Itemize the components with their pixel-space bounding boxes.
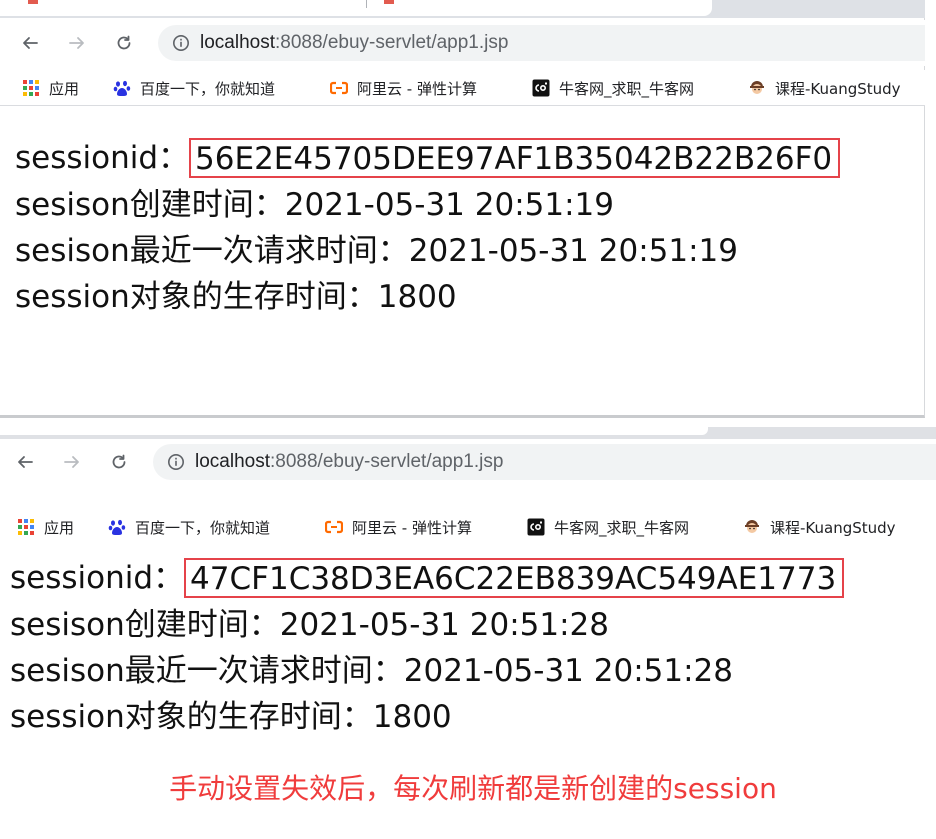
apps-grid-icon [17, 518, 35, 536]
reload-icon [112, 454, 126, 469]
bookmark-label: 百度一下，你就知道 [140, 79, 276, 98]
kuangstudy-avatar-icon [748, 79, 766, 97]
bookmark-apps[interactable]: 应用 [22, 78, 79, 98]
info-icon[interactable] [172, 34, 190, 52]
bookmark-label: 牛客网_求职_牛客网 [554, 518, 690, 537]
apps-grid-icon [22, 79, 40, 97]
bookmark-label: 课程-KuangStudy [770, 518, 896, 537]
arrow-right-icon [64, 456, 79, 468]
session-timeout-line: session对象的生存时间：1800 [15, 279, 457, 315]
address-bar[interactable]: localhost:8088/ebuy-servlet/app1.jsp [153, 444, 936, 480]
reload-button[interactable] [105, 448, 133, 476]
tab-favicon-fragment [384, 0, 394, 4]
session-id-value-highlighted: 56E2E45705DEE97AF1B35042B22B26F0 [189, 138, 841, 178]
back-button[interactable] [16, 29, 44, 57]
session-id-label: sessionid： [10, 560, 185, 596]
bookmark-aliyun[interactable]: 阿里云 - 弹性计算 [325, 517, 472, 537]
url-text: localhost:8088/ebuy-servlet/app1.jsp [200, 32, 508, 54]
bookmark-baidu[interactable]: 百度一下，你就知道 [108, 517, 270, 537]
tab-strip [0, 0, 925, 18]
reload-icon [117, 35, 131, 50]
kuangstudy-avatar-icon [743, 518, 761, 536]
active-tab-fragment[interactable] [0, 427, 708, 435]
aliyun-logo-icon [330, 79, 348, 97]
bookmark-apps[interactable]: 应用 [17, 517, 74, 537]
bookmark-label: 应用 [44, 518, 75, 537]
active-tab-fragment[interactable] [0, 0, 712, 16]
browser-toolbar: localhost:8088/ebuy-servlet/app1.jsp [0, 439, 936, 485]
session-created-line: sesison创建时间：2021-05-31 20:51:28 [10, 607, 609, 643]
bookmark-label: 课程-KuangStudy [775, 79, 901, 98]
browser-toolbar: localhost:8088/ebuy-servlet/app1.jsp [0, 20, 925, 66]
info-icon[interactable] [167, 453, 185, 471]
bookmark-aliyun[interactable]: 阿里云 - 弹性计算 [330, 78, 477, 98]
bookmark-nowcoder[interactable]: 牛客网_求职_牛客网 [532, 78, 694, 98]
bookmark-nowcoder[interactable]: 牛客网_求职_牛客网 [527, 517, 689, 537]
session-id-value-highlighted: 47CF1C38D3EA6C22EB839AC549AE1773 [184, 558, 845, 598]
session-id-label: sessionid： [15, 140, 190, 176]
bookmark-label: 牛客网_求职_牛客网 [559, 79, 695, 98]
arrow-left-icon [18, 456, 33, 468]
url-host: localhost [195, 451, 270, 472]
screenshot-page: localhost:8088/ebuy-servlet/app1.jsp 应用 [0, 0, 936, 839]
annotation-caption: 手动设置失效后，每次刷新都是新创建的session [169, 772, 777, 805]
tab-separator [366, 0, 367, 8]
session-id-line: sessionid： 47CF1C38D3EA6C22EB839AC549AE17… [10, 556, 845, 600]
nowcoder-logo-icon [527, 518, 545, 536]
arrow-left-icon [23, 37, 38, 49]
aliyun-logo-icon [325, 518, 343, 536]
url-path: :8088/ebuy-servlet/app1.jsp [270, 451, 504, 472]
url-host: localhost [200, 32, 275, 53]
bookmarks-bar: 应用 百度一下，你就知道 阿里云 - 弹性计算 牛客网_求职_牛客网 课程-Ku… [0, 509, 936, 545]
nowcoder-logo-icon [532, 79, 550, 97]
bookmark-label: 百度一下，你就知道 [135, 518, 271, 537]
browser-window-top: localhost:8088/ebuy-servlet/app1.jsp 应用 [0, 0, 925, 418]
baidu-paw-icon [113, 79, 131, 97]
url-text: localhost:8088/ebuy-servlet/app1.jsp [195, 451, 503, 473]
url-path: :8088/ebuy-servlet/app1.jsp [275, 32, 509, 53]
session-created-line: sesison创建时间：2021-05-31 20:51:19 [15, 187, 614, 223]
address-bar[interactable]: localhost:8088/ebuy-servlet/app1.jsp [158, 25, 925, 61]
bookmark-kuangstudy[interactable]: 课程-KuangStudy [748, 78, 901, 98]
session-last-access-line: sesison最近一次请求时间：2021-05-31 20:51:19 [15, 233, 738, 269]
forward-button[interactable] [58, 448, 86, 476]
tab-favicon-fragment [28, 0, 38, 4]
session-id-line: sessionid： 56E2E45705DEE97AF1B35042B22B26… [15, 136, 841, 180]
baidu-paw-icon [108, 518, 126, 536]
bookmark-label: 应用 [49, 79, 80, 98]
session-last-access-line: sesison最近一次请求时间：2021-05-31 20:51:28 [10, 653, 733, 689]
bookmark-baidu[interactable]: 百度一下，你就知道 [113, 78, 275, 98]
arrow-right-icon [69, 37, 84, 49]
reload-button[interactable] [110, 29, 138, 57]
bookmark-label: 阿里云 - 弹性计算 [352, 518, 472, 537]
tab-strip [0, 427, 936, 439]
bookmarks-bar: 应用 百度一下，你就知道 阿里云 - 弹性计算 牛客网_求职_牛客网 课程-Ku… [0, 70, 925, 106]
session-timeout-line: session对象的生存时间：1800 [10, 699, 452, 735]
forward-button[interactable] [63, 29, 91, 57]
bookmark-kuangstudy[interactable]: 课程-KuangStudy [743, 517, 896, 537]
bookmark-label: 阿里云 - 弹性计算 [357, 79, 477, 98]
back-button[interactable] [11, 448, 39, 476]
